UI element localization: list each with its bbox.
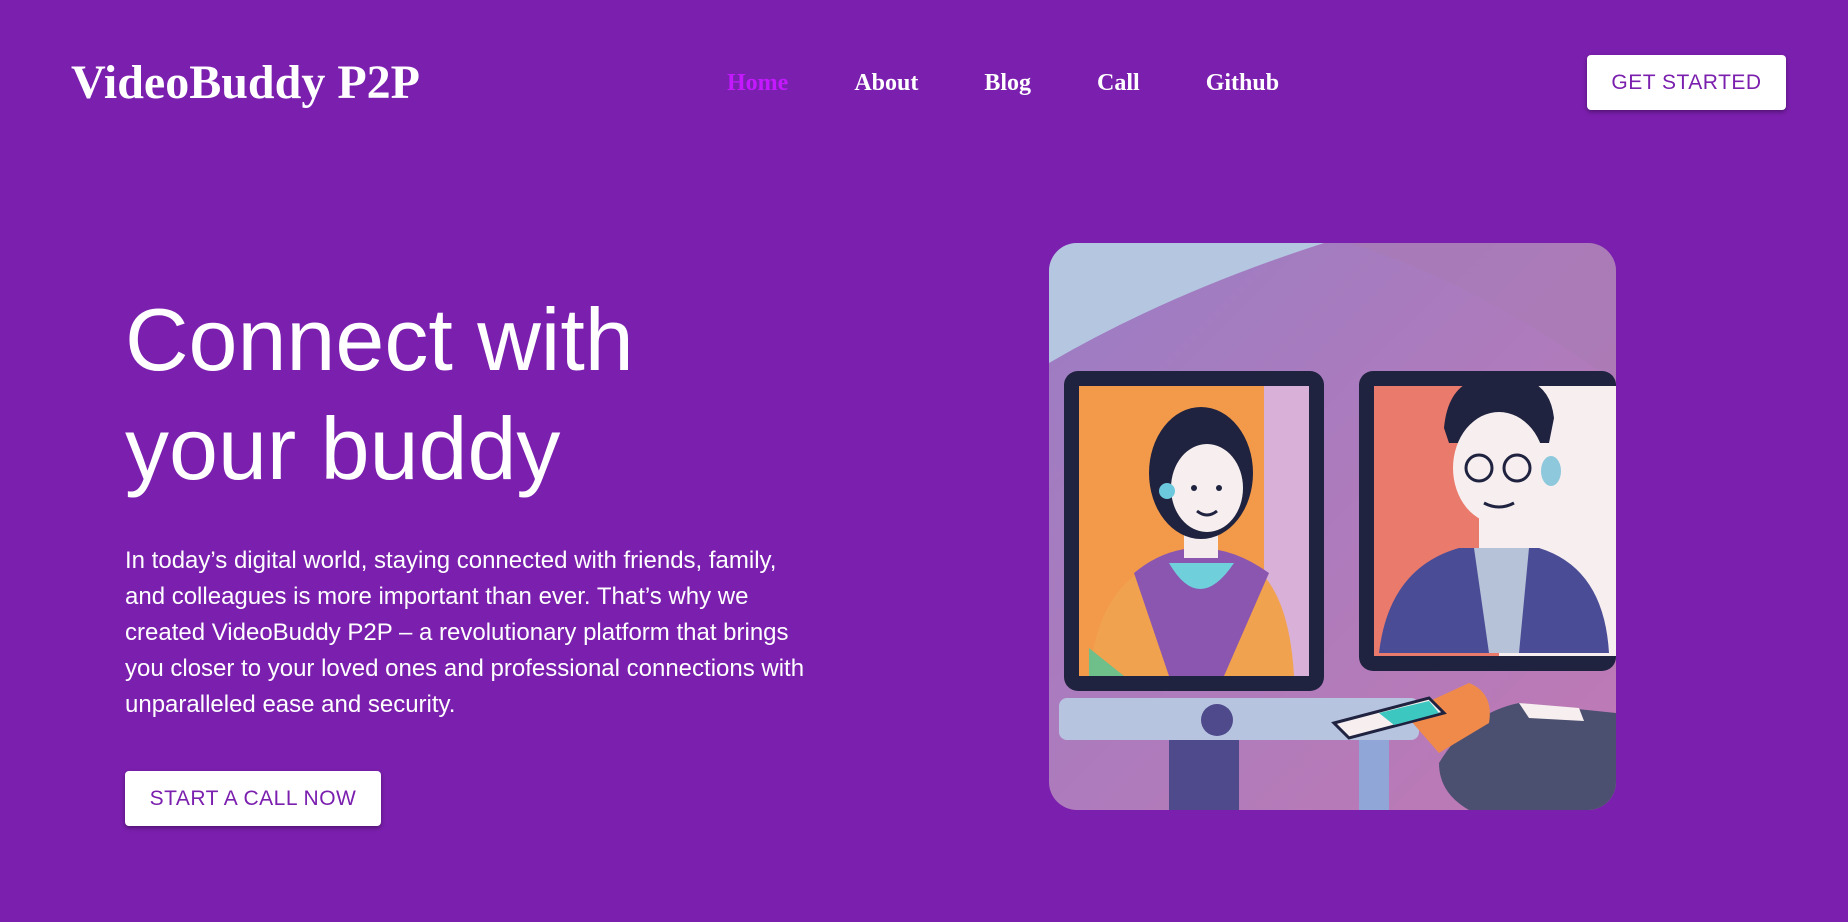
nav-link-home[interactable]: Home	[727, 68, 788, 98]
video-call-illustration	[1049, 243, 1616, 810]
nav-link-blog[interactable]: Blog	[984, 68, 1031, 98]
brand-logo-text[interactable]: VideoBuddy P2P	[71, 55, 420, 111]
get-started-button[interactable]: GET STARTED	[1587, 55, 1786, 110]
navbar: VideoBuddy P2P Home About Blog Call Gith…	[0, 0, 1848, 165]
nav-link-github[interactable]: Github	[1206, 68, 1279, 98]
hero-description: In today’s digital world, staying connec…	[125, 547, 805, 718]
nav-link-about[interactable]: About	[854, 68, 918, 98]
nav-link-call[interactable]: Call	[1097, 68, 1140, 98]
start-call-button[interactable]: START A CALL NOW	[125, 771, 381, 826]
main-nav: Home About Blog Call Github	[727, 68, 1345, 98]
hero-title-line-1: Connect with	[125, 290, 634, 389]
hero-title-line-2: your buddy	[125, 399, 561, 498]
hero-title: Connect with your buddy	[125, 285, 825, 503]
